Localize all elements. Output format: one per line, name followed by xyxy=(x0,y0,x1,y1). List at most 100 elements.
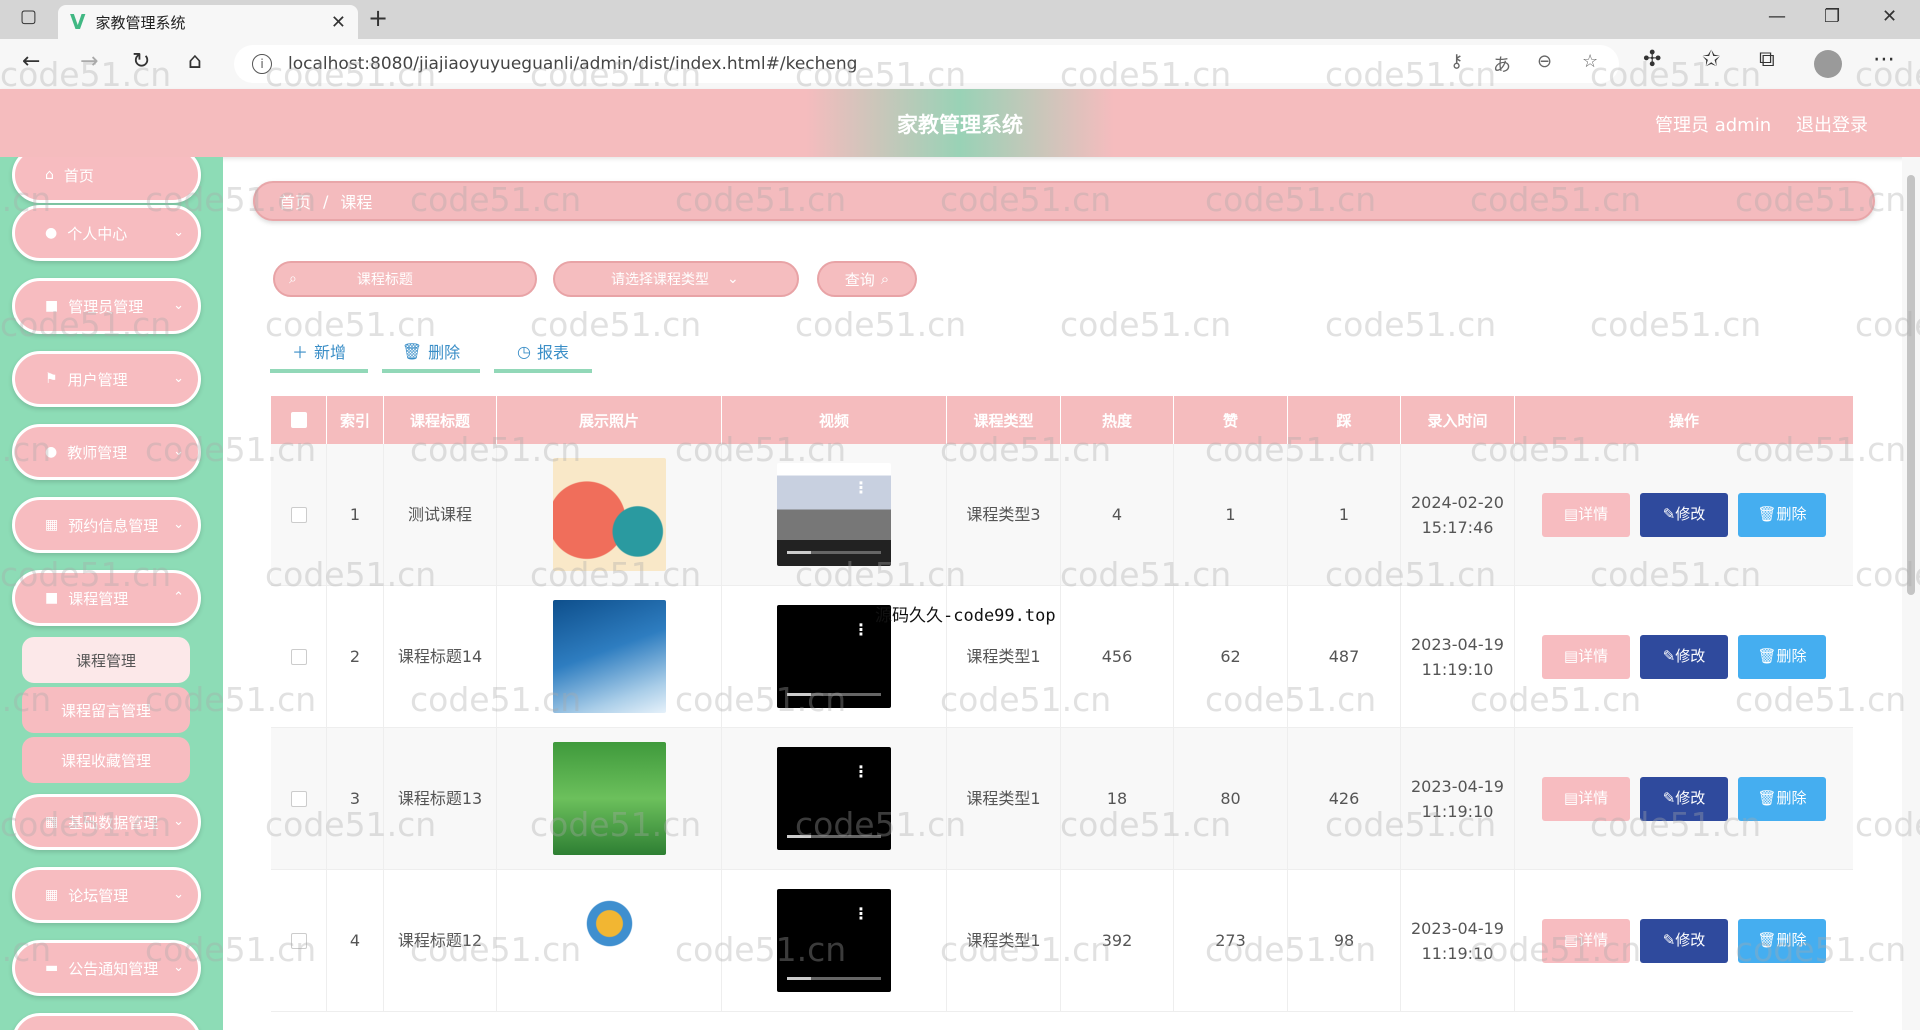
course-video[interactable]: ⋮ xyxy=(777,889,891,992)
delete-button[interactable]: 🗑 删除 xyxy=(1738,918,1826,963)
profile-avatar[interactable] xyxy=(1814,50,1842,78)
extensions-icon[interactable]: ✣ xyxy=(1643,47,1661,72)
edit-button[interactable]: ✎ 修改 xyxy=(1640,918,1728,963)
forward-icon[interactable]: → xyxy=(80,49,98,74)
course-video[interactable]: ⋮ xyxy=(777,605,891,708)
sidebar-item-bookings[interactable]: ▦ 预约信息管理 ⌄ xyxy=(12,497,201,553)
edit-button[interactable]: ✎ 修改 xyxy=(1640,634,1728,679)
report-button[interactable]: ◷ 报表 xyxy=(494,333,592,373)
refresh-icon[interactable]: ↻ xyxy=(132,49,150,74)
translate-icon[interactable]: あ xyxy=(1493,51,1511,77)
delete-button[interactable]: 🗑 删除 xyxy=(1738,776,1826,821)
video-menu-icon[interactable]: ⋮ xyxy=(853,617,869,642)
submenu-course-manage[interactable]: 课程管理 xyxy=(22,637,190,683)
plus-icon: ＋ xyxy=(291,343,308,362)
sidebar-item-forum[interactable]: ▦ 论坛管理 ⌄ xyxy=(12,867,201,923)
back-icon[interactable]: ← xyxy=(22,49,40,74)
row-checkbox[interactable] xyxy=(290,790,307,807)
sidebar-item-users[interactable]: ⚑ 用户管理 ⌄ xyxy=(12,351,201,407)
course-video[interactable]: ⋮ xyxy=(777,747,891,850)
dislike-cell: 98 xyxy=(1288,870,1401,1011)
row-checkbox[interactable] xyxy=(290,506,307,523)
current-user: 管理员 admin xyxy=(1655,115,1772,136)
app-page: 家教管理系统 管理员 admin 退出登录 ⌂ 首页 ● 个人中心 ⌄ ■ 管理员管理 ⌄… xyxy=(0,89,1920,1030)
doc-icon: ▤ xyxy=(1563,931,1579,949)
sidebar-item-teachers[interactable]: ● 教师管理 ⌄ xyxy=(12,424,201,480)
more-icon[interactable]: ⋯ xyxy=(1873,47,1895,72)
course-photo[interactable] xyxy=(552,458,666,571)
edit-label: 修改 xyxy=(1675,647,1706,665)
delete-label: 删除 xyxy=(1776,931,1807,949)
detail-button[interactable]: ▤ 详情 xyxy=(1542,492,1630,537)
video-progress[interactable] xyxy=(787,835,881,838)
type-cell: 课程类型3 xyxy=(947,444,1061,585)
home-icon[interactable]: ⌂ xyxy=(188,49,202,74)
course-photo[interactable] xyxy=(552,884,666,997)
add-button[interactable]: ＋ 新增 xyxy=(270,333,368,373)
restore-icon[interactable]: ❐ xyxy=(1824,6,1840,27)
edit-button[interactable]: ✎ 修改 xyxy=(1640,492,1728,537)
sidebar-item-courses[interactable]: ■ 课程管理 ⌃ xyxy=(12,570,201,626)
sidebar-item-admins[interactable]: ■ 管理员管理 ⌄ xyxy=(12,278,201,334)
favorite-add-icon[interactable]: ☆ xyxy=(1582,51,1598,72)
batch-delete-button[interactable]: 🗑 删除 xyxy=(382,333,480,373)
add-label: 新增 xyxy=(314,343,347,362)
close-window-icon[interactable]: ✕ xyxy=(1882,6,1897,27)
type-select[interactable]: 请选择课程类型 ⌄ xyxy=(553,261,799,297)
course-photo[interactable] xyxy=(552,742,666,855)
query-label: 查询 xyxy=(844,270,875,289)
row-checkbox[interactable] xyxy=(290,932,307,949)
sidebar-item-basic-data[interactable]: ▦ 基础数据管理 ⌄ xyxy=(12,794,201,850)
course-video[interactable]: ⋮ xyxy=(777,463,891,566)
browser-tab[interactable]: V 家教管理系统 ✕ xyxy=(58,5,358,39)
chevron-down-icon: ⌄ xyxy=(173,887,184,902)
close-tab-icon[interactable]: ✕ xyxy=(331,12,346,33)
trash-icon: 🗑 xyxy=(1757,789,1777,807)
main-content: 首页 / 课程 ⌕ 课程标题 请选择课程类型 ⌄ 查询 ⌕ ＋新增 🗑 删除 ◷ 报… xyxy=(223,157,1903,1030)
logout-link[interactable]: 退出登录 xyxy=(1796,111,1868,137)
zoom-icon[interactable]: ⊖ xyxy=(1537,51,1552,72)
column-header: 视频 xyxy=(722,396,947,444)
minimize-icon[interactable]: — xyxy=(1768,6,1786,27)
select-all-checkbox[interactable] xyxy=(290,412,307,428)
sidebar-item-profile[interactable]: ● 个人中心 ⌄ xyxy=(12,205,201,261)
type-select-placeholder: 请选择课程类型 xyxy=(611,272,709,288)
video-progress[interactable] xyxy=(787,977,881,980)
page-scrollbar[interactable] xyxy=(1902,157,1920,1030)
row-checkbox[interactable] xyxy=(290,648,307,665)
breadcrumb-home[interactable]: 首页 xyxy=(279,189,311,213)
submenu-course-favorites[interactable]: 课程收藏管理 xyxy=(22,737,190,783)
video-menu-icon[interactable]: ⋮ xyxy=(853,901,869,926)
detail-button[interactable]: ▤ 详情 xyxy=(1542,918,1630,963)
edit-label: 修改 xyxy=(1675,931,1706,949)
edit-button[interactable]: ✎ 修改 xyxy=(1640,776,1728,821)
detail-button[interactable]: ▤ 详情 xyxy=(1542,634,1630,679)
favorites-icon[interactable]: ✩ xyxy=(1702,47,1720,72)
course-photo[interactable] xyxy=(552,600,666,713)
sidebar-item-more[interactable] xyxy=(12,1013,201,1030)
detail-button[interactable]: ▤ 详情 xyxy=(1542,776,1630,821)
time-cell: 2024-02-20 15:17:46 xyxy=(1401,444,1515,585)
delete-button[interactable]: 🗑 删除 xyxy=(1738,634,1826,679)
delete-button[interactable]: 🗑 删除 xyxy=(1738,492,1826,537)
video-menu-icon[interactable]: ⋮ xyxy=(853,759,869,784)
submenu-course-comments[interactable]: 课程留言管理 xyxy=(22,687,190,733)
collections-icon[interactable]: ⧉ xyxy=(1759,47,1775,72)
address-bar[interactable]: i localhost:8080/jiajiaoyuyueguanli/admi… xyxy=(234,45,1619,83)
sidebar-item-home[interactable]: ⌂ 首页 xyxy=(12,157,201,203)
info-icon[interactable]: i xyxy=(252,54,272,74)
new-tab-icon[interactable]: + xyxy=(368,4,388,32)
video-menu-icon[interactable]: ⋮ xyxy=(853,475,869,500)
scrollbar-thumb[interactable] xyxy=(1907,175,1915,595)
ops-cell: ▤ 详情 ✎ 修改 🗑 删除 xyxy=(1515,444,1853,585)
video-progress[interactable] xyxy=(787,693,881,696)
sidebar-item-label: 教师管理 xyxy=(67,443,128,462)
tab-actions-icon[interactable]: ▢ xyxy=(20,6,37,27)
course-table: 索引 课程标题 展示照片 视频 课程类型 热度 赞 踩 录入时间 操作 1 测试… xyxy=(271,396,1853,1012)
key-icon[interactable]: ⚷ xyxy=(1450,51,1463,72)
sidebar-item-notices[interactable]: ▬ 公告通知管理 ⌄ xyxy=(12,940,201,996)
video-progress[interactable] xyxy=(787,551,881,554)
ops-cell: ▤ 详情 ✎ 修改 🗑 删除 xyxy=(1515,870,1853,1011)
query-button[interactable]: 查询 ⌕ xyxy=(817,261,917,297)
title-search-input[interactable]: ⌕ 课程标题 xyxy=(273,261,537,297)
